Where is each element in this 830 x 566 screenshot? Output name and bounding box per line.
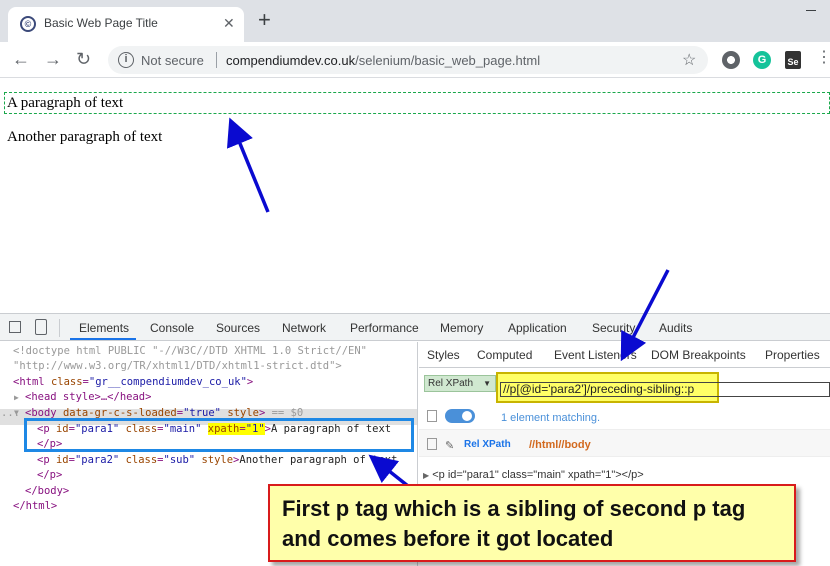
browser-tab[interactable]: © Basic Web Page Title ✕ <box>8 7 244 42</box>
omnibox-divider <box>216 52 217 68</box>
expand-triangle-icon: ▶ <box>423 471 430 480</box>
new-tab-icon[interactable]: + <box>258 9 271 31</box>
selected-element-box <box>24 418 414 452</box>
xpath-input[interactable]: //p[@id='para2']/preceding-sibling::p <box>500 382 830 397</box>
tab-memory[interactable]: Memory <box>440 321 483 335</box>
tab-computed[interactable]: Computed <box>477 348 532 362</box>
active-tab-indicator <box>70 338 136 340</box>
attr-value: "gr__compendiumdev_co_uk" <box>88 376 247 388</box>
paragraph-1: A paragraph of text <box>4 92 830 114</box>
close-icon[interactable]: ✕ <box>223 15 235 32</box>
paragraph-2: Another paragraph of text <box>7 129 163 145</box>
expand-triangle-icon[interactable]: ▼ <box>14 405 19 420</box>
selector-row: Rel XPath ▼ //p[@id='para2']/preceding-s… <box>419 372 830 403</box>
device-toolbar-icon[interactable] <box>35 319 47 335</box>
tab-properties[interactable]: Properties <box>765 348 820 362</box>
annotation-callout: First p tag which is a sibling of second… <box>268 484 796 562</box>
star-icon[interactable]: ☆ <box>682 50 696 70</box>
matching-count: 1 element matching. <box>501 412 601 424</box>
html-node[interactable]: <html class="gr__compendiumdev_co_uk"> <box>13 375 253 390</box>
menu-icon[interactable]: ⋮ <box>816 50 830 66</box>
forward-icon[interactable]: → <box>44 50 62 68</box>
extension-icon[interactable] <box>722 51 740 69</box>
devtools-tabbar: Elements Console Sources Network Perform… <box>0 314 830 341</box>
p-para2-node[interactable]: <p id="para2" class="sub" style>Another … <box>37 453 397 468</box>
selenium-icon[interactable]: Se <box>785 51 801 69</box>
tab-performance[interactable]: Performance <box>350 321 419 335</box>
reload-icon[interactable]: ↻ <box>76 50 91 68</box>
doctype-line-1: <!doctype html PUBLIC "-//W3C//DTD XHTML… <box>13 345 368 357</box>
html-close: </html> <box>13 500 58 512</box>
tab-sources[interactable]: Sources <box>216 321 260 335</box>
relxpath-row: ✎ Rel XPath //html//body <box>419 429 830 457</box>
callout-text: First p tag which is a sibling of second… <box>282 496 746 551</box>
tab-application[interactable]: Application <box>508 321 567 335</box>
tag-name: <html <box>13 376 45 388</box>
chevron-down-icon: ▼ <box>483 379 491 388</box>
p-para2-close: </p> <box>37 469 63 481</box>
sidebar-tabbar: Styles Computed Event Listeners DOM Brea… <box>419 342 830 368</box>
collapse-triangle-icon[interactable]: ▶ <box>14 390 19 405</box>
tab-event-listeners[interactable]: Event Listeners <box>554 348 637 362</box>
xpath-highlight-box: //p[@id='para2']/preceding-sibling::p <box>496 372 830 403</box>
tab-styles[interactable]: Styles <box>427 348 460 362</box>
copy-icon[interactable] <box>427 438 437 450</box>
tab-elements[interactable]: Elements <box>79 321 129 335</box>
tab-security[interactable]: Security <box>592 321 635 335</box>
edit-icon[interactable]: ✎ <box>445 439 454 452</box>
head-node[interactable]: <head style>…</head> <box>25 390 151 405</box>
security-status[interactable]: Not secure <box>141 53 204 68</box>
back-icon[interactable]: ← <box>12 50 30 68</box>
abs-xpath-value: //html//body <box>529 439 591 451</box>
inspect-icon[interactable] <box>9 321 21 333</box>
tab-console[interactable]: Console <box>150 321 194 335</box>
copy-icon[interactable] <box>427 410 437 422</box>
info-icon[interactable]: i <box>118 52 134 68</box>
xpath-mode-select[interactable]: Rel XPath ▼ <box>424 375 496 392</box>
tab-title: Basic Web Page Title <box>44 16 158 30</box>
tab-audits[interactable]: Audits <box>659 321 692 335</box>
tab-strip: © Basic Web Page Title ✕ + <box>0 0 830 42</box>
url-text[interactable]: compendiumdev.co.uk/selenium/basic_web_p… <box>226 53 540 68</box>
site-favicon-icon: © <box>20 16 36 32</box>
grammarly-icon[interactable]: G <box>753 51 771 69</box>
matched-element[interactable]: ▶ <p id="para1" class="main" xpath="1"><… <box>423 469 644 481</box>
doctype-line-2: "http://www.w3.org/TR/xhtml1/DTD/xhtml1-… <box>13 360 342 372</box>
url-host: compendiumdev.co.uk <box>226 53 356 68</box>
rel-xpath-label: Rel XPath <box>464 439 511 450</box>
address-bar[interactable]: i Not secure compendiumdev.co.uk/seleniu… <box>108 46 708 74</box>
page-content: A paragraph of text Another paragraph of… <box>0 79 830 313</box>
browser-toolbar: ← → ↻ i Not secure compendiumdev.co.uk/s… <box>0 42 830 78</box>
tab-dom-breakpoints[interactable]: DOM Breakpoints <box>651 348 746 362</box>
tab-network[interactable]: Network <box>282 321 326 335</box>
url-path: /selenium/basic_web_page.html <box>355 53 541 68</box>
body-close: </body> <box>25 485 70 497</box>
toggle-switch[interactable] <box>445 409 475 423</box>
minimize-icon[interactable] <box>806 10 816 11</box>
divider <box>59 319 60 337</box>
attr-name: class <box>50 376 83 388</box>
